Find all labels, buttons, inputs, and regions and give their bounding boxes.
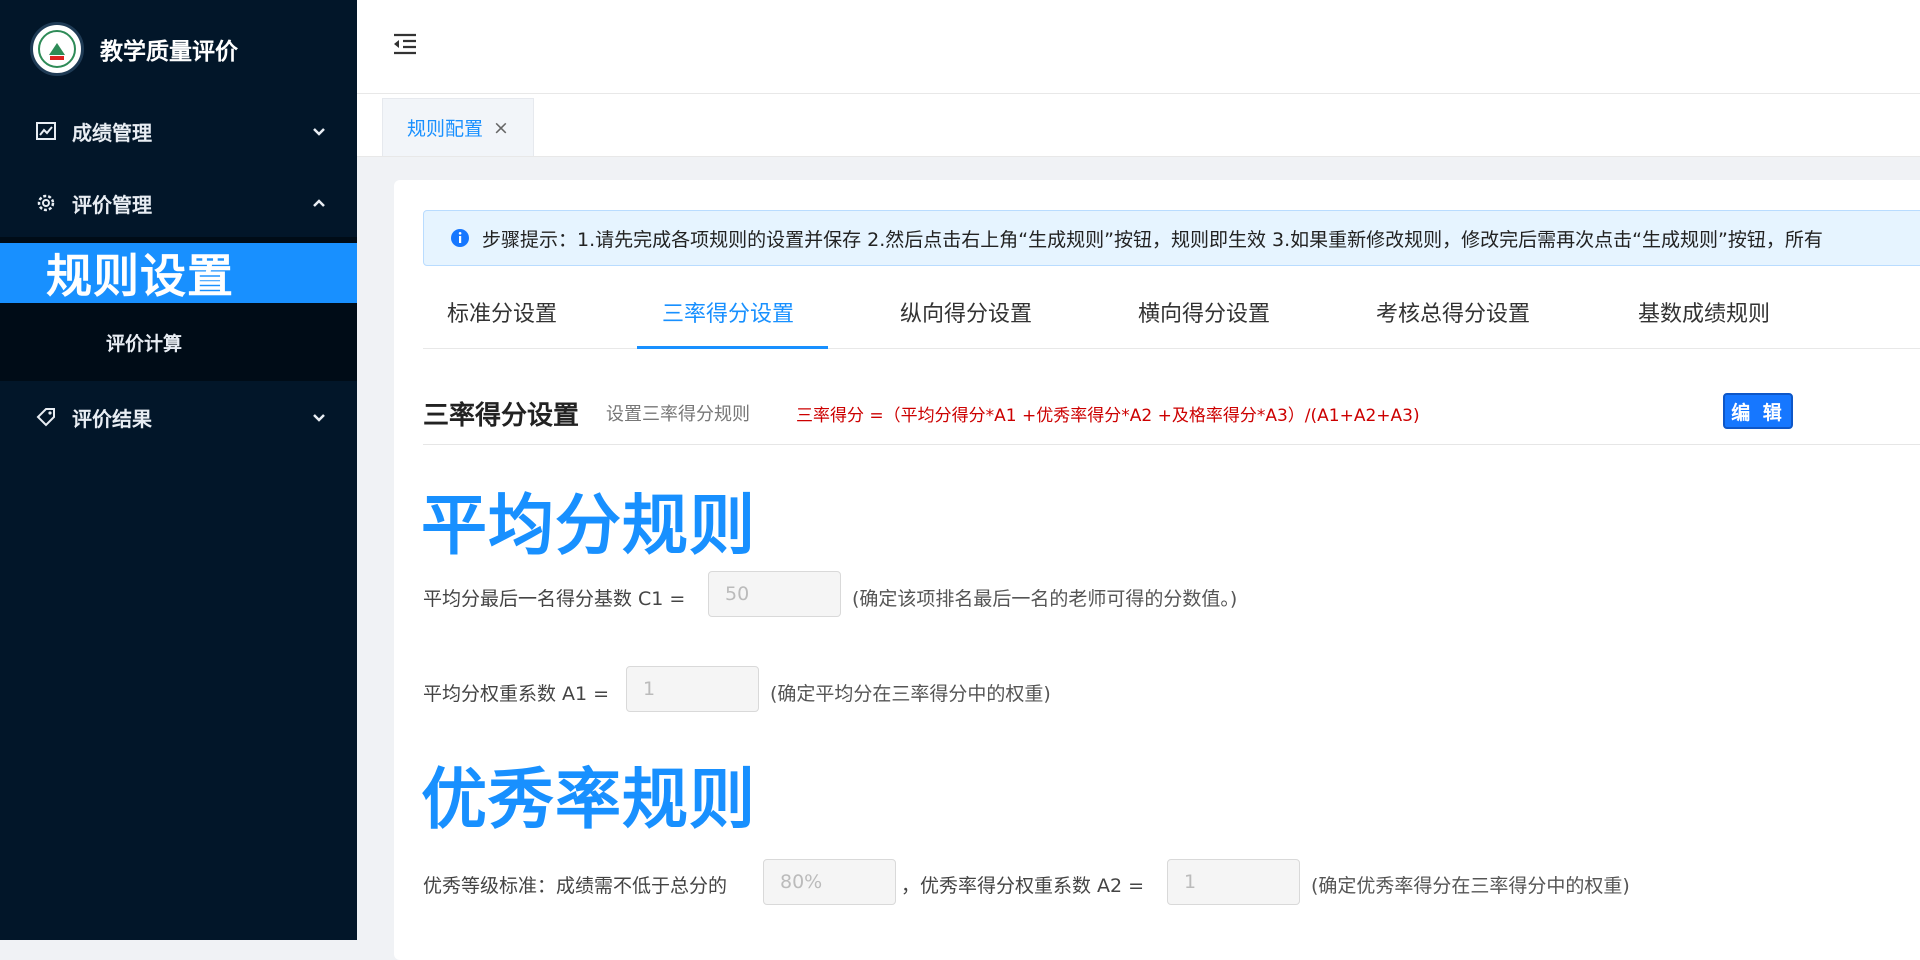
excellent-standard-label: 优秀等级标准：成绩需不低于总分的 [423, 875, 728, 897]
excellent-standard-input[interactable] [763, 859, 896, 905]
a1-hint: (确定平均分在三率得分中的权重) [770, 683, 1051, 705]
menu-eval-results[interactable]: 评价结果 [0, 391, 357, 443]
steps-alert-text: 步骤提示：1.请先完成各项规则的设置并保存 2.然后点击右上角“生成规则”按钮，… [482, 228, 1823, 251]
tab-rule-config-label: 规则配置 [407, 118, 484, 140]
menu-fold-icon[interactable] [391, 30, 419, 58]
chart-icon [34, 119, 58, 143]
menu-results-label: 评价结果 [72, 406, 152, 431]
active-tab-indicator [637, 346, 828, 349]
a2-input[interactable] [1167, 859, 1300, 905]
formula-text: 三率得分 =（平均分得分*A1 +优秀率得分*A2 +及格率得分*A3）/(A1… [796, 406, 1420, 426]
edit-button[interactable]: 编 辑 [1723, 393, 1793, 429]
c1-hint: (确定该项排名最后一名的老师可得的分数值。) [852, 588, 1238, 610]
tab-total-score[interactable]: 考核总得分设置 [1376, 296, 1530, 328]
tab-vertical-score[interactable]: 纵向得分设置 [900, 296, 1032, 328]
app-title: 教学质量评价 [100, 39, 238, 65]
page-tabs-bar: 规则配置 × [357, 94, 1920, 157]
sidebar: 教学质量评价 成绩管理 评价管理 规则设置 评价计算 评价结果 [0, 0, 357, 940]
menu-eval-label: 评价管理 [72, 192, 152, 217]
tab-base-score-rules[interactable]: 基数成绩规则 [1638, 296, 1770, 328]
section-title: 三率得分设置 [423, 401, 580, 431]
a1-label: 平均分权重系数 A1 = [423, 683, 610, 705]
menu-grade-label: 成绩管理 [72, 120, 152, 145]
menu-eval-management[interactable]: 评价管理 [0, 177, 357, 229]
c1-label: 平均分最后一名得分基数 C1 = [423, 588, 686, 610]
average-rule-heading: 平均分规则 [421, 487, 756, 564]
school-logo-icon [30, 22, 84, 76]
gear-icon [34, 191, 58, 215]
close-icon[interactable]: × [493, 117, 509, 139]
steps-alert: 步骤提示：1.请先完成各项规则的设置并保存 2.然后点击右上角“生成规则”按钮，… [423, 210, 1920, 266]
tab-standard-score[interactable]: 标准分设置 [447, 296, 557, 328]
info-icon [451, 229, 469, 247]
section-description: 设置三率得分规则 [606, 404, 750, 425]
top-header [357, 0, 1920, 94]
menu-rule-settings[interactable]: 规则设置 [0, 243, 357, 303]
a2-hint: (确定优秀率得分在三率得分中的权重) [1311, 875, 1630, 897]
tab-three-rate-score[interactable]: 三率得分设置 [662, 296, 794, 328]
tab-horizontal-score[interactable]: 横向得分设置 [1138, 296, 1270, 328]
tag-icon [34, 405, 58, 429]
section-divider [423, 444, 1920, 445]
excellent-rule-heading: 优秀率规则 [421, 761, 756, 838]
brand: 教学质量评价 [30, 22, 238, 76]
menu-eval-calculation[interactable]: 评价计算 [106, 329, 182, 356]
chevron-down-icon [313, 128, 325, 136]
menu-grade-management[interactable]: 成绩管理 [0, 105, 357, 157]
chevron-up-icon [313, 199, 325, 207]
chevron-down-icon [313, 414, 325, 422]
a1-input[interactable] [626, 666, 759, 712]
tab-rule-config[interactable]: 规则配置 × [382, 98, 534, 156]
a2-label: ，优秀率得分权重系数 A2 = [901, 875, 1145, 897]
menu-rule-settings-label: 规则设置 [46, 249, 234, 303]
c1-input[interactable] [708, 571, 841, 617]
